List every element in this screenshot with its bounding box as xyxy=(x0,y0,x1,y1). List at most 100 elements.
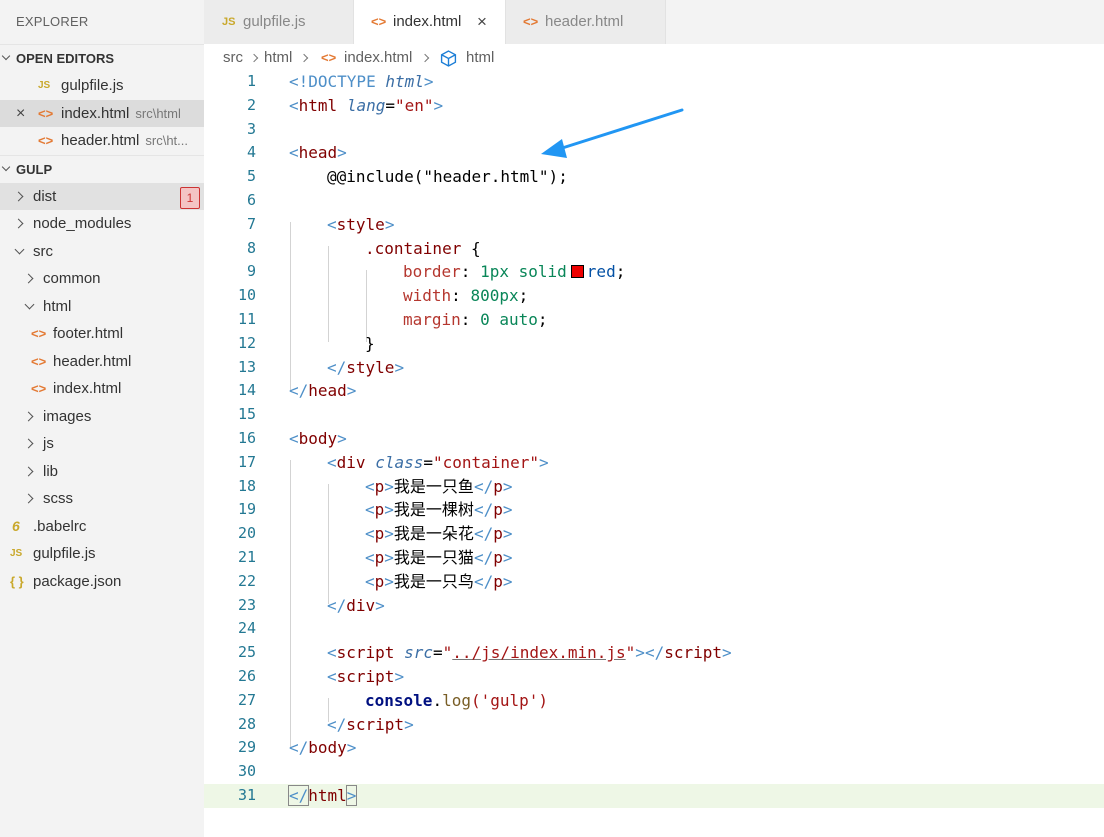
tab-label: gulpfile.js xyxy=(243,13,306,30)
tree-item-label: node_modules xyxy=(33,215,132,232)
code-line: 6 xyxy=(204,189,1104,213)
line-number: 6 xyxy=(246,191,256,209)
code-line: 2 <html lang="en"> xyxy=(204,94,1104,118)
open-editor-header[interactable]: <> header.html src\ht... xyxy=(0,127,204,155)
code-line-current: 31 </html> xyxy=(204,784,1104,808)
html-file-icon: <> xyxy=(321,50,337,65)
tree-folder-html[interactable]: html xyxy=(0,293,204,321)
code-editor[interactable]: 1 <!DOCTYPE html> 2 <html lang="en"> 3 4 <h… xyxy=(204,70,1104,837)
html-file-icon: <> xyxy=(523,14,539,29)
code-line: 28 </script> xyxy=(204,713,1104,737)
chevron-right-icon xyxy=(23,438,34,449)
line-number: 29 xyxy=(237,738,256,757)
tree-item-label: gulpfile.js xyxy=(33,545,96,562)
chevron-right-icon xyxy=(23,273,34,284)
tree-item-label: js xyxy=(43,435,54,452)
chevron-right-icon xyxy=(299,53,309,63)
breadcrumb: src html <> index.html html xyxy=(204,44,1104,71)
script-src-link[interactable]: ../js/index.min.js xyxy=(452,643,625,662)
code-line: 25 <script src="../js/index.min.js"></scr… xyxy=(204,641,1104,665)
open-editor-label: header.html xyxy=(61,132,140,149)
tab-index-html[interactable]: <> index.html × xyxy=(354,0,506,44)
html-file-icon: <> xyxy=(31,381,47,396)
open-editor-gulpfile[interactable]: JS gulpfile.js xyxy=(0,72,204,100)
line-number: 11 xyxy=(237,310,256,328)
chevron-right-icon xyxy=(23,466,34,476)
breadcrumb-item-src[interactable]: src xyxy=(223,44,243,71)
close-icon[interactable]: × xyxy=(477,0,487,44)
tree-folder-lib[interactable]: lib xyxy=(0,458,204,486)
code-line: 11 margin: 0 auto; xyxy=(204,308,1104,332)
tree-file-header-html[interactable]: <> header.html xyxy=(0,348,204,376)
code-line: 30 xyxy=(204,760,1104,784)
code-line: 8 .container { xyxy=(204,237,1104,261)
code-line: 22 <p>我是一只鸟</p> xyxy=(204,570,1104,594)
code-line: 20 <p>我是一朵花</p> xyxy=(204,522,1104,546)
line-number: 5 xyxy=(246,167,256,186)
open-editor-path: src\ht... xyxy=(145,133,189,148)
line-number: 1 xyxy=(246,72,256,90)
tab-gulpfile-js[interactable]: JS gulpfile.js xyxy=(204,0,354,44)
line-number: 10 xyxy=(237,286,256,305)
tree-folder-js[interactable]: js xyxy=(0,430,204,458)
tree-file-gulpfile[interactable]: JS gulpfile.js xyxy=(0,540,204,568)
tree-item-label: html xyxy=(43,297,72,315)
html-file-icon: <> xyxy=(31,353,47,369)
line-number: 31 xyxy=(237,786,256,804)
tree-folder-dist[interactable]: dist 1 xyxy=(0,182,204,210)
close-icon[interactable]: × xyxy=(16,100,25,128)
tree-folder-node-modules[interactable]: node_modules xyxy=(0,210,204,238)
open-editor-index[interactable]: × <> index.html src\html xyxy=(0,99,204,128)
code-line: 26 <script> xyxy=(204,665,1104,689)
code-line: 1 <!DOCTYPE html> xyxy=(204,70,1104,94)
chevron-right-icon xyxy=(420,53,430,63)
open-editor-path: src\html xyxy=(135,105,181,121)
tree-folder-src[interactable]: src xyxy=(0,238,204,266)
breadcrumb-item-html[interactable]: html xyxy=(264,44,292,71)
explorer-sidebar: EXPLORER OPEN EDITORS JS gulpfile.js × <… xyxy=(0,0,204,837)
line-number: 7 xyxy=(246,214,256,233)
tree-folder-common[interactable]: common xyxy=(0,265,204,293)
tree-file-footer-html[interactable]: <> footer.html xyxy=(0,320,204,348)
line-number: 25 xyxy=(237,643,256,662)
code-line: 27 console.log('gulp') xyxy=(204,689,1104,713)
html-file-icon: <> xyxy=(31,326,47,341)
tree-folder-scss[interactable]: scss xyxy=(0,485,204,513)
open-editors-label: OPEN EDITORS xyxy=(16,51,115,66)
tree-file-babelrc[interactable]: 6 .babelrc xyxy=(0,513,204,541)
js-file-icon: JS xyxy=(222,16,236,28)
json-file-icon: { } xyxy=(10,573,24,589)
chevron-right-icon xyxy=(23,411,34,421)
chevron-right-icon xyxy=(13,191,24,201)
tree-file-index-html[interactable]: <> index.html xyxy=(0,375,204,403)
tree-item-label: dist xyxy=(33,187,57,205)
open-editors-header[interactable]: OPEN EDITORS xyxy=(0,44,204,72)
code-line: 5 @@include("header.html"); xyxy=(204,165,1104,189)
line-number: 12 xyxy=(237,333,256,352)
tree-item-label: header.html xyxy=(53,352,132,370)
tree-folder-images[interactable]: images xyxy=(0,403,204,431)
workspace-header-gulp[interactable]: GULP xyxy=(0,154,204,183)
color-swatch-red[interactable] xyxy=(570,265,584,279)
line-number: 30 xyxy=(237,762,256,781)
chevron-down-icon xyxy=(1,51,11,61)
code-line: 10 width: 800px; xyxy=(204,284,1104,308)
line-number: 9 xyxy=(246,262,256,281)
code-line: 12} xyxy=(204,332,1104,356)
breadcrumb-item-index-html[interactable]: index.html xyxy=(344,44,412,71)
line-number: 26 xyxy=(237,667,256,685)
breadcrumb-item-html-element[interactable]: html xyxy=(466,44,494,71)
line-number: 23 xyxy=(237,595,256,614)
code-line: 9 border: 1px solid red; xyxy=(204,260,1104,284)
line-number: 4 xyxy=(246,143,256,162)
line-number: 2 xyxy=(246,95,256,114)
chevron-right-icon xyxy=(13,218,24,229)
line-number: 3 xyxy=(246,119,256,138)
line-number: 14 xyxy=(237,381,256,400)
line-number: 22 xyxy=(237,571,256,590)
chevron-down-icon xyxy=(1,162,11,171)
workspace-label: GULP xyxy=(16,161,53,177)
tree-file-package-json[interactable]: { } package.json xyxy=(0,568,204,596)
tab-header-html[interactable]: <> header.html xyxy=(506,0,666,44)
line-number: 20 xyxy=(237,524,256,543)
